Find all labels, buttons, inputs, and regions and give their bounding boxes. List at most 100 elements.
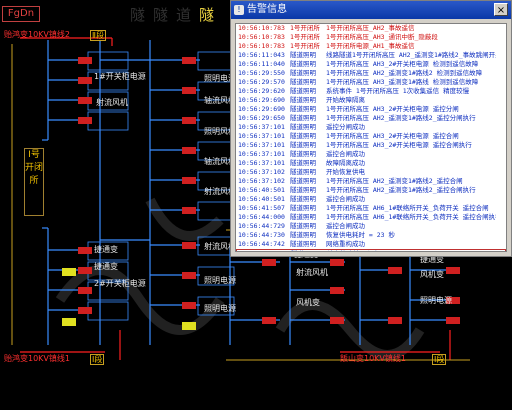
alarm-row[interactable]: 10:56:11:043 隧道照明 线路隧道1号开闭所高压 AH2_遥测变1#路线2… [236, 51, 506, 60]
alarm-row[interactable]: 10:56:40:501 隧道照明 遥控合闸成功 [236, 195, 506, 204]
alarm-time: 10:56:44:730 [238, 231, 285, 239]
alarm-row[interactable]: 10:56:40:501 隧道照明 1号开闭所高压 AH2_遥测变1#路线2_遥控合… [236, 186, 506, 195]
alarm-row[interactable]: 10:56:37:101 隧道照明 遥控分闸成功 [236, 123, 506, 132]
alarm-row[interactable]: 10:56:44:000 隧道照明 1号开闭所高压 AH6_1#联络所开关_负荷开关… [236, 213, 506, 222]
alarm-list[interactable]: 10:56:10:783 1号开闭所 1号开闭所高压_AH2_事故遥信 10:56:1… [235, 23, 507, 252]
alarm-row[interactable]: 10:56:29:550 隧道照明 1号开闭所高压 AH2_遥测变1#路线2 检测到… [236, 69, 506, 78]
breaker-switch[interactable] [78, 307, 92, 314]
alarm-source: 隧道照明 [291, 250, 327, 251]
alarm-source: 隧道照明 [290, 213, 316, 221]
alarm-message: 开始故障隔离 [326, 96, 365, 104]
alarm-source: 1号开闭所 [290, 42, 320, 50]
status-tag [182, 322, 196, 330]
alarm-row[interactable]: 10:56:29:690 隧道照明 1号开闭所高压 AH3_2#开关柜电源 遥控分闸 [236, 105, 506, 114]
alarm-time: 10:56:29:690 [238, 96, 285, 104]
alarm-message: 1号开闭所高压 AH6_1#联络所开关_负荷开关 遥控合闸执行 [326, 213, 496, 221]
breaker-switch[interactable] [182, 302, 196, 309]
breaker-switch[interactable] [182, 117, 196, 124]
alarm-window[interactable]: ! 告警信息 × 10:56:10:783 1号开闭所 1号开闭所高压_AH2_事故… [230, 0, 512, 257]
alarm-row[interactable]: 10:56:29:620 隧道照明 系统事件 1号开闭所高压 1次收集遥信 精度较慢 [236, 87, 506, 96]
page-title-main: 隧 [199, 6, 223, 24]
status-tag [62, 318, 76, 326]
alarm-message: 遥控分闸成功 [326, 123, 365, 131]
breaker-switch[interactable] [182, 207, 196, 214]
alarm-row[interactable]: 10:56:37:102 隧道照明 开始恢复供电 [236, 168, 506, 177]
alarm-row[interactable]: 10:56:37:101 隧道照明 故障隔离成功 [236, 159, 506, 168]
breaker-switch[interactable] [262, 317, 276, 324]
breaker-switch[interactable] [182, 147, 196, 154]
breaker-switch[interactable] [388, 317, 402, 324]
ring-main-panel[interactable]: Ⅰ号开闭所 [24, 148, 44, 216]
alarm-message: 1号开闭所高压 AH2_遥测变1#路线2 检测到遥信故障 [326, 69, 483, 77]
breaker-switch[interactable] [262, 259, 276, 266]
alarm-source: 隧道照明 [290, 60, 316, 68]
alarm-time: 10:56:44:742 [237, 250, 291, 251]
alarm-row[interactable]: 10:56:10:783 1号开闭所 1号开闭所高压_AH3_通讯中断_隐蔽段 [236, 33, 506, 42]
alarm-message: 1号开闭所高压_AH3_通讯中断_隐蔽段 [326, 33, 438, 41]
alarm-row[interactable]: 10:56:44:729 隧道照明 遥控合闸成功 [236, 222, 506, 231]
breaker-switch[interactable] [182, 272, 196, 279]
alarm-message: 1号开闭所电源_AH1_事故遥信 [326, 42, 415, 50]
feeder-top-left[interactable]: 贻鸿变10KV镇线2 [4, 30, 70, 39]
alarm-source: 隧道照明 [290, 132, 316, 140]
alarm-message: 1号开闭所高压 AH2_遥测变1#路线2_遥控合闸 [326, 177, 463, 185]
alarm-message: 1号开闭所高压 AH3_2#开关柜电源 检测到遥信故障 [326, 60, 479, 68]
breaker-switch[interactable] [78, 57, 92, 64]
alarm-titlebar[interactable]: ! 告警信息 × [231, 1, 511, 19]
alarm-row[interactable]: 10:56:29:650 隧道照明 1号开闭所高压 AH2_遥测变1#路线2_遥控分… [236, 114, 506, 123]
breaker-switch[interactable] [78, 97, 92, 104]
feeder-bottom-right[interactable]: 飯山变10KV镇线1 [340, 354, 406, 363]
breaker-switch[interactable] [78, 267, 92, 274]
breaker-switch[interactable] [388, 267, 402, 274]
status-tag [62, 268, 76, 276]
breaker-switch[interactable] [78, 117, 92, 124]
breaker-switch[interactable] [446, 267, 460, 274]
alarm-source: 隧道照明 [290, 195, 316, 203]
alarm-message: 恢复供电耗时 = 23 秒 [326, 231, 395, 239]
breaker-switch[interactable] [330, 259, 344, 266]
breaker-switch[interactable] [182, 87, 196, 94]
equipment-label: 1#开关柜电源 [94, 72, 146, 81]
alarm-row[interactable]: 10:56:37:101 隧道照明 1号开闭所高压 AH3_2#开关柜电源 遥控合闸… [236, 141, 506, 150]
equipment-label: 风机变 [296, 298, 320, 307]
alarm-row[interactable]: 10:56:37:101 隧道照明 1号开闭所高压 AH3_2#开关柜电源 遥控合闸 [236, 132, 506, 141]
alarm-source: 隧道照明 [290, 51, 316, 59]
alarm-row[interactable]: 10:56:11:040 隧道照明 1号开闭所高压 AH3_2#开关柜电源 检测到遥… [236, 60, 506, 69]
alarm-source: 隧道照明 [290, 69, 316, 77]
alarm-message: 系统事件 1号开闭所高压 1次收集遥信 精度较慢 [326, 87, 470, 95]
alarm-source: 1号开闭所 [290, 33, 320, 41]
alarm-message: 1号开闭所高压_AH2_事故遥信 [326, 24, 415, 32]
alarm-row[interactable]: 10:56:29:570 隧道照明 1号开闭所高压 AH3_遥测变1#路线 检测到遥… [236, 78, 506, 87]
alarm-source: 隧道照明 [290, 177, 316, 185]
alarm-message: 遥控合闸成功 [326, 195, 365, 203]
alarm-source: 1号开闭所 [290, 24, 320, 32]
alarm-row[interactable]: 10:56:44:730 隧道照明 恢复供电耗时 = 23 秒 [236, 231, 506, 240]
alarm-row[interactable]: 10:56:37:101 隧道照明 遥控合闸成功 [236, 150, 506, 159]
breaker-switch[interactable] [78, 77, 92, 84]
alarm-row[interactable]: 10:56:10:783 1号开闭所 1号开闭所电源_AH1_事故遥信 [236, 42, 506, 51]
breaker-switch[interactable] [446, 317, 460, 324]
alarm-row[interactable]: 10:56:41:507 隧道照明 1号开闭所高压 AH6_1#联络所开关_负荷开关… [236, 204, 506, 213]
feeder-bottom-left-tag: Ⅰ段 [90, 354, 105, 365]
alarm-message: 1号开闭所高压 AH3_遥测变1#路线 检测到遥信故障 [326, 78, 479, 86]
feeder-bottom-left[interactable]: 贻鸿变10KV镇线1 [4, 354, 70, 363]
alarm-row[interactable]: 10:56:44:742隧道照明结束故障处理程序 [236, 249, 506, 251]
alarm-row[interactable]: 10:56:29:690 隧道照明 开始故障隔离 [236, 96, 506, 105]
breaker-switch[interactable] [182, 242, 196, 249]
alarm-time: 10:56:10:783 [238, 42, 285, 50]
alarm-message: 网络重构成功 [326, 240, 365, 248]
alarm-row[interactable]: 10:56:37:102 隧道照明 1号开闭所高压 AH2_遥测变1#路线2_遥控合… [236, 177, 506, 186]
breaker-switch[interactable] [330, 287, 344, 294]
alarm-row[interactable]: 10:56:10:783 1号开闭所 1号开闭所高压_AH2_事故遥信 [236, 24, 506, 33]
breaker-switch[interactable] [182, 177, 196, 184]
close-button[interactable]: × [494, 3, 508, 16]
alarm-row[interactable]: 10:56:44:742 隧道照明 网络重构成功 [236, 240, 506, 249]
breaker-switch[interactable] [78, 247, 92, 254]
equipment-label: 捷通变 [94, 245, 118, 254]
breaker-switch[interactable] [182, 57, 196, 64]
breaker-switch[interactable] [330, 317, 344, 324]
breaker-switch[interactable] [78, 287, 92, 294]
alarm-source: 隧道照明 [290, 78, 316, 86]
alarm-time: 10:56:40:501 [238, 186, 285, 194]
alarm-source: 隧道照明 [290, 141, 316, 149]
